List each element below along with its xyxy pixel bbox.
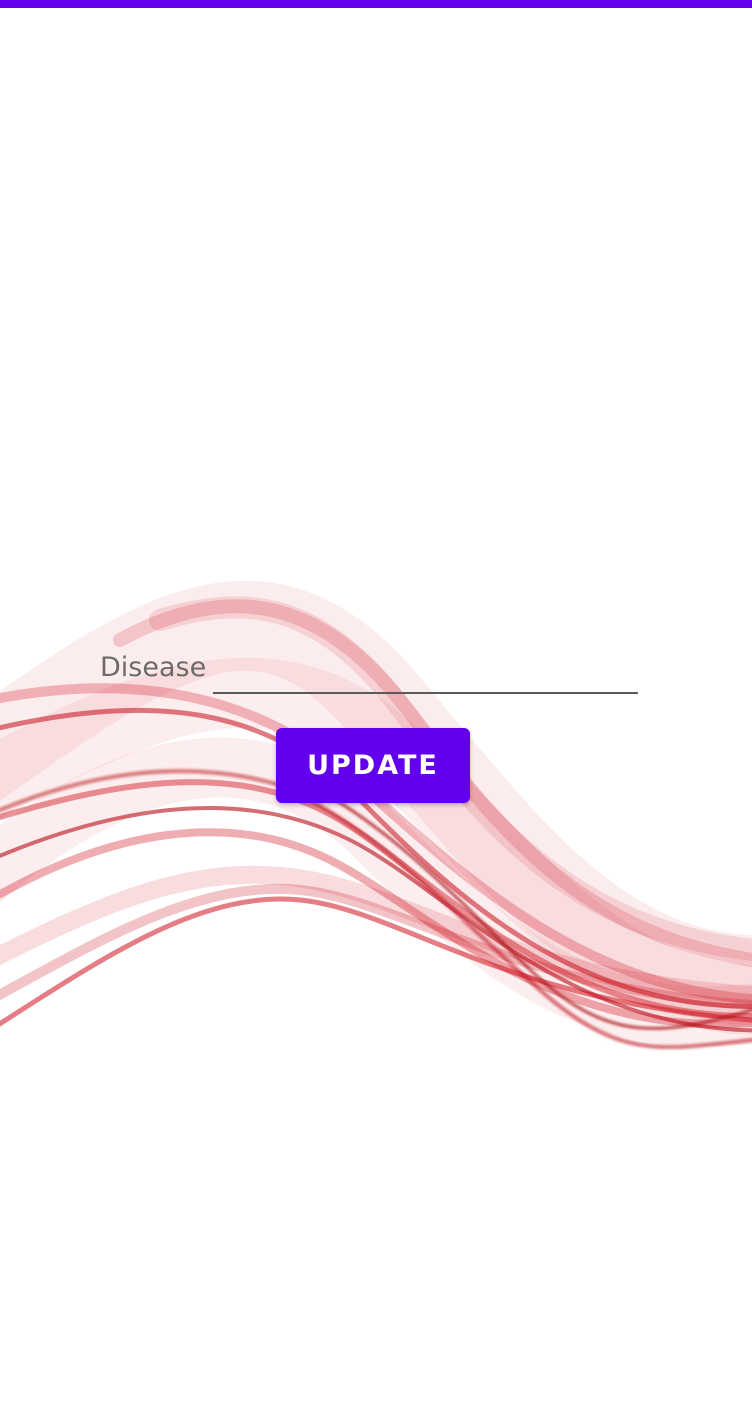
disease-label: Disease: [100, 652, 207, 683]
app-screen: Disease UPDATE: [0, 0, 752, 1427]
red-wave-background-image: [0, 580, 752, 1050]
update-button[interactable]: UPDATE: [276, 728, 470, 803]
disease-input[interactable]: [213, 652, 638, 694]
